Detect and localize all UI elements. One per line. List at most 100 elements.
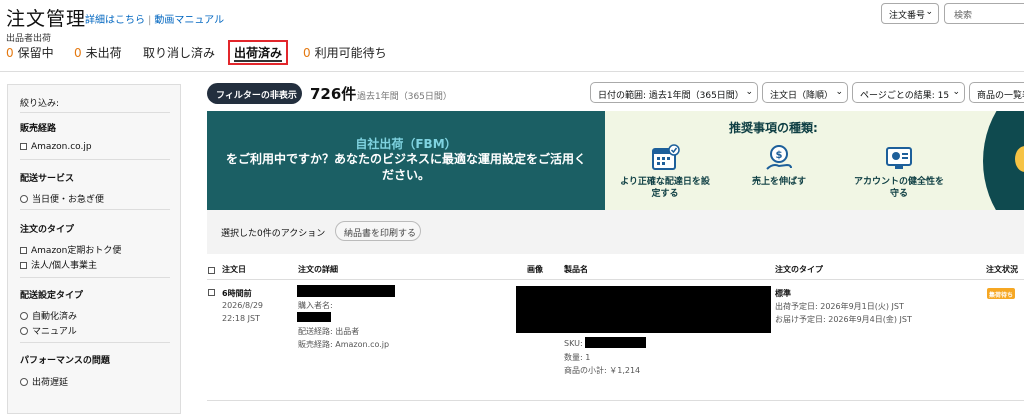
orders-table-header: 注文日 注文の詳細 画像 製品名 注文のタイプ 注文状況 [207,261,1024,279]
ship-from: 配送経路: 出品者 [298,327,360,336]
checkbox[interactable] [20,143,27,150]
filter-option[interactable]: 出荷遅延 [20,375,68,388]
order-time: 22:18 JST [222,314,260,323]
recommendation-label: アカウントの健全性を守る [853,177,944,199]
filter-option[interactable]: 法人/個人事業主 [20,258,97,271]
selected-actions-text: 選択した0件のアクション [221,229,326,239]
deliver-by-date: お届け予定日: 2026年9月4日(金) JST [775,315,912,324]
filter-option[interactable]: 自動化済み [20,309,77,322]
buyer-name-label: 購入者名: [298,301,333,310]
order-type: 標準 [775,289,791,298]
status-badge: 集荷待ち [987,288,1015,299]
calendar-icon [649,143,681,173]
column-header[interactable]: 注文日 [222,264,246,275]
details-link[interactable]: 詳細はこちら [85,15,145,26]
tab-pending[interactable]: 0 保留中 [6,44,54,61]
filter-sidebar: 絞り込み: 販売経路 Amazon.co.jp 配送サービス 当日便・お急ぎ便 … [7,84,181,414]
sku-label: SKU: [564,339,583,348]
radio-button[interactable] [20,327,28,335]
recommendation-increase-sales[interactable]: $ 売上を伸ばす [731,143,827,188]
row-divider [207,400,1024,401]
checkbox[interactable] [20,262,27,269]
column-header: 注文状況 [986,265,1018,274]
date-range-label: 日付の範囲: 過去1年間（365日間） [598,91,744,101]
redacted-buyer-name [297,312,331,322]
product-display-select[interactable]: 商品の一覧表示 [969,82,1024,103]
recommendation-label: 売上を伸ばす [751,177,806,187]
print-packing-slip-button[interactable]: 納品書を印刷する [335,221,421,241]
filter-option[interactable]: Amazon.co.jp [20,142,92,152]
tab-shipped[interactable]: 出荷済み [228,40,289,65]
chevron-down-icon: ⌄ [835,87,843,97]
search-input[interactable]: 検索 [944,3,1024,24]
bulk-action-bar: 選択した0件のアクション 納品書を印刷する [207,210,1024,254]
account-health-icon [883,143,915,173]
tab-awaiting-availability[interactable]: 0 利用可能待ち [303,44,387,61]
per-page-label: ページごとの結果: 15 [860,91,950,101]
money-hand-icon: $ [763,143,795,173]
recommendation-label: より正確な配達日を設定する [620,177,710,199]
filter-option-label: 法人/個人事業主 [31,261,98,271]
column-header: 注文の詳細 [298,265,338,274]
tab-count: 0 [6,46,14,60]
chevron-down-icon: ⌄ [745,87,753,97]
order-date: 2026/8/29 [222,301,264,310]
per-page-select[interactable]: ページごとの結果: 15 ⌄ [852,82,965,103]
filter-option[interactable]: マニュアル [20,324,77,337]
radio-button[interactable] [20,195,28,203]
order-age: 6時間前 [222,289,252,298]
filter-section-title: 注文のタイプ [20,225,75,235]
order-field-select-label: 注文番号 [889,11,926,21]
tab-unshipped[interactable]: 0 未出荷 [74,44,122,61]
order-count: 726件 [310,85,357,103]
tab-count: 0 [74,46,82,60]
hide-filter-button[interactable]: フィルターの非表示 [207,83,302,104]
filter-option-label: Amazon定期おトク便 [31,246,122,256]
date-range-select[interactable]: 日付の範囲: 過去1年間（365日間） ⌄ [590,82,758,103]
subtotal: 商品の小計: ￥1,214 [564,366,641,375]
filter-option[interactable]: Amazon定期おトク便 [20,243,121,256]
fbm-promo-banner: 自社出荷（FBM） をご利用中ですか？あなたのビジネスに最適な運用設定をご活用く… [207,111,605,210]
column-header: 画像 [527,265,543,274]
divider [20,209,170,210]
ship-by-date: 出荷予定日: 2026年9月1日(火) JST [775,302,904,311]
banner-body: をご利用中ですか？あなたのビジネスに最適な運用設定をご活用ください。 [225,152,586,182]
table-header-divider [207,279,1024,280]
filter-option-label: 出荷遅延 [32,378,69,388]
divider [20,112,170,113]
active-tab-underline [234,60,283,62]
video-manual-link[interactable]: 動画マニュアル [154,15,224,26]
sort-label: 注文日（降順） [770,91,834,101]
tabs-divider [0,71,1024,72]
divider [20,159,170,160]
recommendations-panel: 推奨事項の種類: より正確な配達日を設定する $ 売上を伸ばす アカウントの健全… [605,111,1024,210]
header-links: 詳細はこちら | 動画マニュアル [85,11,224,26]
divider [20,277,170,278]
recommendation-delivery-date[interactable]: より正確な配達日を設定する [617,143,713,200]
recommendations-title: 推奨事項の種類: [729,121,818,135]
checkbox[interactable] [20,247,27,254]
redacted-order-id [297,285,395,297]
order-field-select[interactable]: 注文番号 ⌄ [881,3,939,24]
tab-cancelled[interactable]: 取り消し済み [143,44,215,61]
tab-label: 出荷済み [234,46,283,60]
page-title: 注文管理 [6,8,87,30]
filter-section-title: 配送設定タイプ [20,291,84,301]
product-display-label: 商品の一覧表示 [977,91,1024,101]
sort-select[interactable]: 注文日（降順） ⌄ [762,82,848,103]
tab-label: 取り消し済み [143,46,216,60]
filter-option-label: 自動化済み [32,312,78,322]
filter-option-label: 当日便・お急ぎ便 [32,195,105,205]
banner-title: 自社出荷（FBM） [355,137,457,151]
radio-button[interactable] [20,378,28,386]
redacted-product-image [516,286,771,333]
filter-option-label: マニュアル [32,327,77,337]
radio-button[interactable] [20,312,28,320]
count-period-note: 過去1年間（365日間） [357,92,452,102]
recommendation-account-health[interactable]: アカウントの健全性を守る [851,143,947,200]
row-checkbox[interactable] [208,288,219,297]
filter-option[interactable]: 当日便・お急ぎ便 [20,192,104,205]
column-header: 注文のタイプ [775,265,823,274]
filter-option-label: Amazon.co.jp [31,142,92,152]
filter-section-title: パフォーマンスの問題 [20,356,110,366]
